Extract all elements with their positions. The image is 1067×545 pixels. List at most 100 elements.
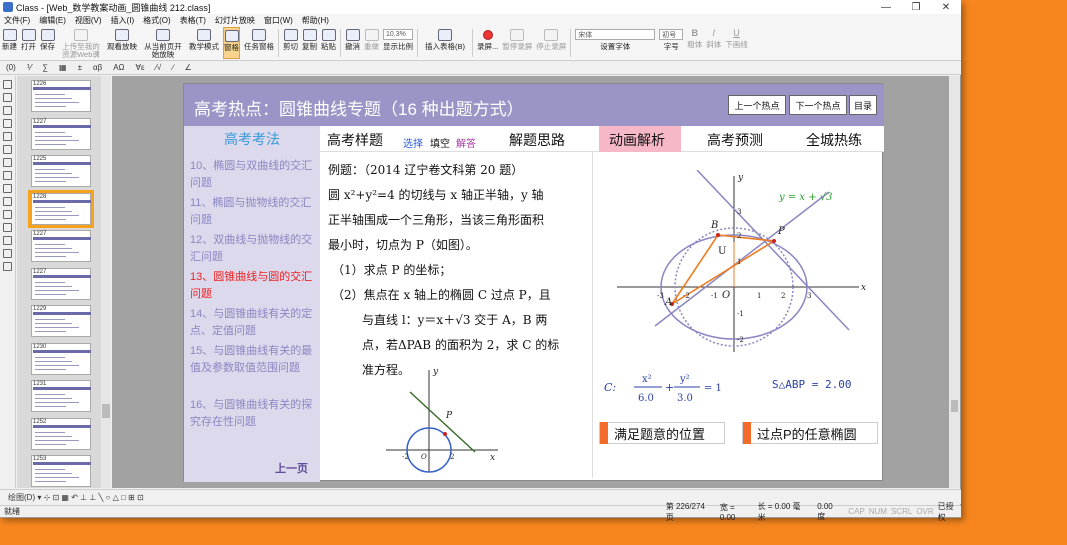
toc-item[interactable]: 12、双曲线与抛物线的交汇问题 xyxy=(190,232,316,266)
satisfy-position-button[interactable]: 满足题意的位置 xyxy=(599,422,725,444)
toc-item[interactable]: 15、与圆锥曲线有关的最值及参数取值范围问题 xyxy=(190,343,316,377)
save-button[interactable]: 保存 xyxy=(40,27,55,59)
minimize-button[interactable]: — xyxy=(871,0,901,14)
slide-thumbnail[interactable]: 1252 xyxy=(31,417,91,450)
slide-thumbnail-selected[interactable]: 1228 xyxy=(28,189,94,228)
matrix-tool[interactable]: ▦ xyxy=(59,63,67,72)
slide-thumbnail[interactable]: 1225 xyxy=(31,155,91,187)
line-tool-icon[interactable] xyxy=(3,132,12,141)
menu-table[interactable]: 表格(T) xyxy=(180,15,206,26)
tab-hot[interactable]: 全城热练 xyxy=(806,130,862,150)
teacher-mode-button[interactable]: 教学模式 xyxy=(189,27,219,59)
canvas-scrollbar[interactable] xyxy=(949,76,960,488)
stop-record-button[interactable]: 停止录屏 xyxy=(536,27,566,59)
pause-record-button[interactable]: 暂停录屏 xyxy=(502,27,532,59)
task-pane-button[interactable]: 任务窗格 xyxy=(244,27,274,59)
toc-button[interactable]: 目录 xyxy=(849,95,877,115)
italic-button[interactable]: I 斜体 xyxy=(706,27,721,59)
tab-choice[interactable]: 选择 xyxy=(403,135,423,150)
restore-button[interactable]: ❐ xyxy=(901,0,931,14)
toc-item[interactable]: 14、与圆锥曲线有关的定点、定值问题 xyxy=(190,306,316,340)
undo-button[interactable]: 撤消 xyxy=(345,27,360,59)
watch-button[interactable]: 观看放映 xyxy=(107,27,137,59)
tab-sample[interactable]: 高考样题 xyxy=(327,130,383,150)
slide-thumbnail[interactable]: 1230 xyxy=(31,342,91,375)
fraction-tool[interactable]: ⅟ xyxy=(27,63,32,72)
greek-lower-tool[interactable]: αβ xyxy=(93,63,102,72)
insert-table-button[interactable]: 插入表格(B) xyxy=(422,27,468,59)
slide-thumbnail[interactable]: 1231 xyxy=(31,380,91,412)
logic-tool[interactable]: ∀ε xyxy=(136,63,145,72)
tab-fill[interactable]: 填空 xyxy=(430,135,450,150)
tab-idea[interactable]: 解题思路 xyxy=(509,130,565,150)
slide-thumbnail[interactable]: 1253 xyxy=(31,455,91,487)
marker-tool-icon[interactable] xyxy=(3,106,12,115)
shape-tool-icon[interactable] xyxy=(3,184,12,193)
slide-thumbnail[interactable]: 1227 xyxy=(31,230,91,262)
thumbnail-scroll-knob[interactable] xyxy=(102,404,110,418)
menu-window[interactable]: 窗口(W) xyxy=(264,15,293,26)
slide-thumbnail[interactable]: 1229 xyxy=(31,305,91,337)
sum-tool[interactable]: ∑ xyxy=(42,63,48,72)
prev-hot-button[interactable]: 上一个热点 xyxy=(728,95,786,115)
font-control[interactable]: 宋体 设置字体 xyxy=(575,27,656,59)
any-ellipse-button[interactable]: 过点P的任意椭圆 xyxy=(742,422,878,444)
menu-format[interactable]: 格式(O) xyxy=(143,15,171,26)
open-button[interactable]: 打开 xyxy=(21,27,36,59)
octagon-tool-icon[interactable] xyxy=(3,262,12,271)
toc-item[interactable]: 10、椭圆与双曲线的交汇问题 xyxy=(190,158,316,192)
plusminus-tool[interactable]: ± xyxy=(78,63,82,72)
menu-insert[interactable]: 插入(I) xyxy=(111,15,135,26)
greek-upper-tool[interactable]: ΑΩ xyxy=(113,63,124,72)
tab-predict[interactable]: 高考预测 xyxy=(707,130,763,150)
subscript-tool-icon[interactable] xyxy=(3,158,12,167)
brush-tool-icon[interactable] xyxy=(3,93,12,102)
slash-tool[interactable]: ∕ xyxy=(172,63,173,72)
redo-button[interactable]: 重做 xyxy=(364,27,379,59)
paren-tool[interactable]: (0) xyxy=(6,63,16,72)
cut-button[interactable]: 剪切 xyxy=(283,27,298,59)
slide-thumbnail[interactable]: 1226 xyxy=(31,80,91,112)
menu-file[interactable]: 文件(F) xyxy=(4,15,30,26)
toc-item-current[interactable]: 13、圆锥曲线与圆的交汇问题 xyxy=(190,269,316,303)
hexagon-tool-icon[interactable] xyxy=(3,236,12,245)
rect-tool-icon[interactable] xyxy=(3,210,12,219)
root-tool[interactable]: ⁄√ xyxy=(156,63,162,72)
tab-animation[interactable]: 动画解析 xyxy=(609,130,665,150)
from-current-button[interactable]: 从当前页开始放映 xyxy=(141,27,185,59)
bold-button[interactable]: B 粗体 xyxy=(687,27,702,59)
prev-page-link[interactable]: 上一页 xyxy=(275,460,308,476)
pen-tool-icon[interactable] xyxy=(3,80,12,89)
next-hot-button[interactable]: 下一个热点 xyxy=(789,95,847,115)
underline-button[interactable]: U 下画线 xyxy=(725,27,748,59)
menu-help[interactable]: 帮助(H) xyxy=(302,15,329,26)
paste-button[interactable]: 粘贴 xyxy=(321,27,336,59)
slide-thumbnail[interactable]: 1227 xyxy=(31,267,91,300)
thumbnail-scrollbar[interactable] xyxy=(101,76,111,488)
upload-button[interactable]: 上传至我的资源Web课 xyxy=(59,27,103,59)
slide-thumbnail[interactable]: 1227 xyxy=(31,117,91,150)
canvas-scroll-knob[interactable] xyxy=(951,400,958,412)
menu-view[interactable]: 视图(V) xyxy=(75,15,102,26)
window-pane-button[interactable]: 窗格 xyxy=(223,27,240,59)
new-button[interactable]: 新建 xyxy=(2,27,17,59)
text-tool-icon[interactable] xyxy=(3,145,12,154)
triangle-tool-icon[interactable] xyxy=(3,197,12,206)
angle-tool[interactable]: ∠ xyxy=(185,63,192,72)
pentagon-tool-icon[interactable] xyxy=(3,249,12,258)
zoom-control[interactable]: 10.3% 显示比例 xyxy=(383,27,413,59)
toc-item[interactable]: 16、与圆锥曲线有关的探究存在性问题 xyxy=(190,397,316,431)
toc-item[interactable]: 11、椭圆与抛物线的交汇问题 xyxy=(190,195,316,229)
size-select[interactable]: 初号 xyxy=(659,29,684,40)
eraser-tool-icon[interactable] xyxy=(3,119,12,128)
menu-slideshow[interactable]: 幻灯片放映 xyxy=(215,15,255,26)
record-button[interactable]: 录屏... xyxy=(477,27,498,59)
circle-tool-icon[interactable] xyxy=(3,223,12,232)
menu-edit[interactable]: 编辑(E) xyxy=(39,15,66,26)
tab-answer[interactable]: 解答 xyxy=(456,135,476,150)
size-control[interactable]: 初号 字号 xyxy=(659,27,684,59)
copy-button[interactable]: 复制 xyxy=(302,27,317,59)
font-select[interactable]: 宋体 xyxy=(575,29,656,40)
zoom-select[interactable]: 10.3% xyxy=(383,29,413,40)
close-button[interactable]: ✕ xyxy=(931,0,961,14)
